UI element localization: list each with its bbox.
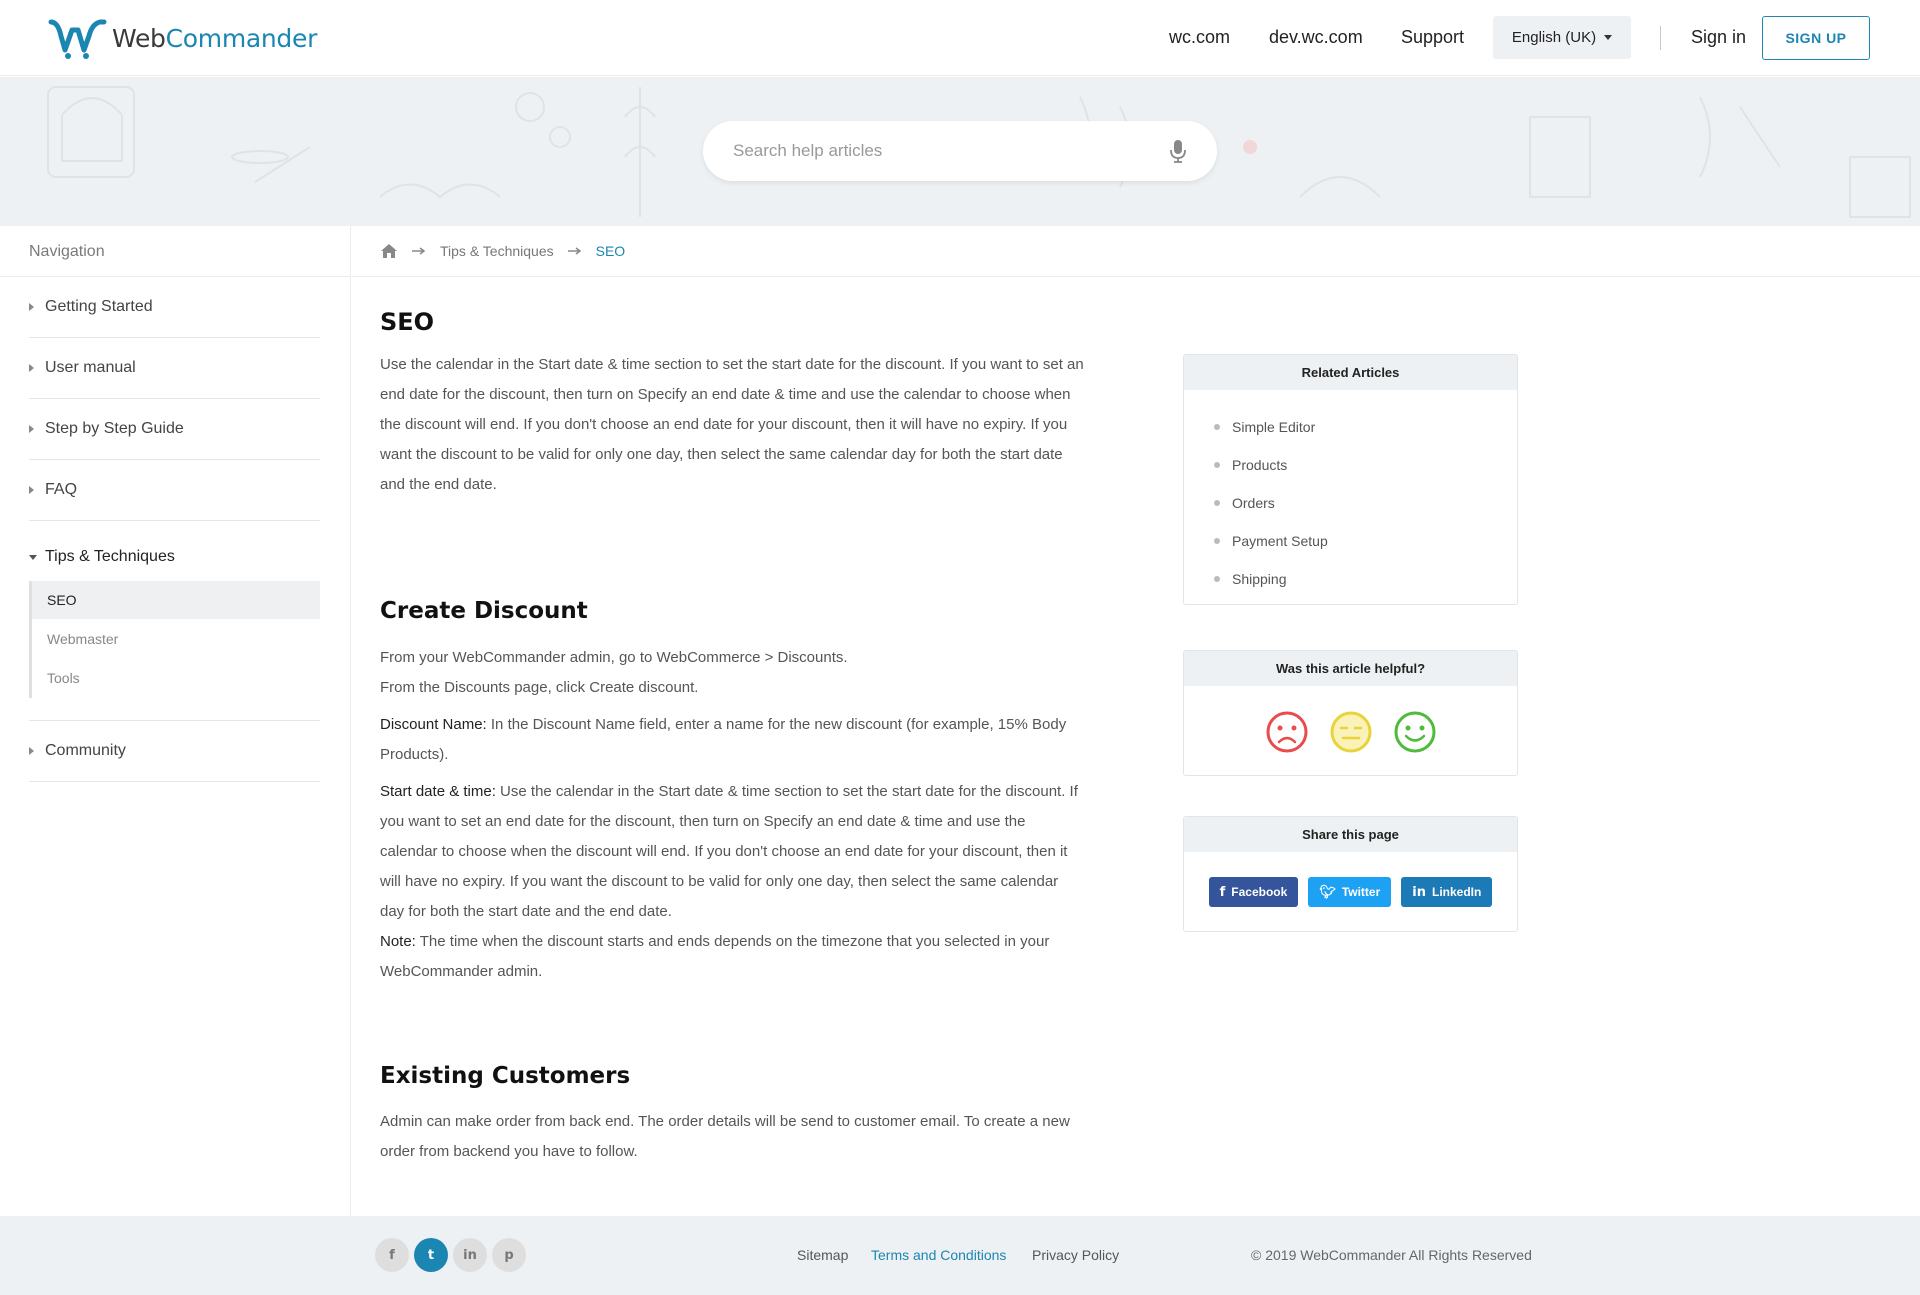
page-title: SEO [380,308,435,336]
breadcrumb-section[interactable]: Tips & Techniques [440,243,554,259]
related-article-link[interactable]: Orders [1214,484,1517,522]
bullet-icon [1214,538,1220,544]
field-text: Use the calendar in the Start date & tim… [380,783,1078,920]
search-input[interactable] [733,141,1169,161]
twitter-icon[interactable]: t [414,1238,448,1272]
breadcrumb-current: SEO [595,243,626,259]
footer-link-terms[interactable]: Terms and Conditions [871,1247,1006,1263]
logo-icon [48,19,107,59]
language-select[interactable]: English (UK) [1493,16,1631,59]
sidebar-subitem-seo[interactable]: SEO [32,581,320,619]
helpful-widget: Was this article helpful? [1183,650,1518,776]
sidebar-item-tips-techniques[interactable]: Tips & Techniques [29,542,320,572]
article-intro: SEO Use the calendar in the Start date &… [380,308,1085,500]
related-article-link[interactable]: Simple Editor [1214,408,1517,446]
nav-link-wc[interactable]: wc.com [1169,27,1230,48]
sidebar-subitem-tools[interactable]: Tools [32,659,320,697]
arrow-right-icon [567,247,581,255]
footer-link-privacy[interactable]: Privacy Policy [1032,1247,1119,1263]
bullet-icon [1214,424,1220,430]
twitter-icon: 🐦︎ [1319,884,1336,900]
widget-title: Share this page [1184,817,1517,852]
sidebar-item-label: Step by Step Guide [45,420,184,437]
related-article-link[interactable]: Products [1214,446,1517,484]
copyright-text: © 2019 WebCommander All Rights Reserved [1251,1247,1532,1263]
header-divider [1660,26,1661,50]
sign-up-button[interactable]: SIGN UP [1762,16,1870,60]
sad-face-icon[interactable] [1266,711,1308,753]
field-text: The time when the discount starts and en… [380,933,1050,980]
field-label: Note: [380,933,416,950]
related-articles-widget: Related Articles Simple Editor Products … [1183,354,1518,605]
sidebar-item-label: User manual [45,359,136,376]
site-header: WebCommander wc.com dev.wc.com Support E… [0,0,1920,76]
microphone-icon[interactable] [1169,139,1187,163]
sidebar-item-getting-started[interactable]: Getting Started [29,277,320,338]
bullet-icon [1214,500,1220,506]
share-linkedin-button[interactable]: in LinkedIn [1401,877,1493,907]
neutral-face-icon[interactable] [1330,711,1372,753]
logo[interactable]: WebCommander [48,16,317,60]
share-twitter-button[interactable]: 🐦︎ Twitter [1308,877,1392,907]
bullet-icon [1214,462,1220,468]
sidebar-heading: Navigation [0,226,350,277]
caret-right-icon [29,486,34,494]
section-title-existing-customers: Existing Customers [380,1063,631,1089]
facebook-icon: f [1219,884,1226,900]
nav-link-dev-wc[interactable]: dev.wc.com [1269,27,1363,48]
sidebar-item-user-manual[interactable]: User manual [29,338,320,399]
sidebar-item-label: Getting Started [45,298,153,315]
arrow-right-icon [412,247,426,255]
hero-banner [0,77,1920,226]
language-label: English (UK) [1511,29,1597,46]
facebook-icon[interactable]: f [375,1238,409,1272]
sidebar-item-community[interactable]: Community [29,721,320,782]
caret-right-icon [29,303,34,311]
widget-title: Related Articles [1184,355,1517,390]
logo-text: WebCommander [112,23,318,53]
sidebar-navigation: Navigation Getting Started User manual S… [0,226,351,1216]
field-label: Start date & time: [380,783,496,800]
start-date-paragraph: Start date & time: Use the calendar in t… [380,777,1085,927]
article-paragraph: Use the calendar in the Start date & tim… [380,356,1084,493]
widget-title: Was this article helpful? [1184,651,1517,686]
related-article-link[interactable]: Shipping [1214,560,1517,598]
search-bar [703,121,1217,181]
home-icon[interactable] [380,243,398,259]
site-footer: f t in p Sitemap Terms and Conditions Pr… [0,1216,1920,1295]
note-paragraph: Note: The time when the discount starts … [380,927,1085,987]
happy-face-icon[interactable] [1394,711,1436,753]
share-facebook-button[interactable]: f Facebook [1208,877,1299,907]
pinterest-icon[interactable]: p [492,1238,526,1272]
discount-name-paragraph: Discount Name: In the Discount Name fiel… [380,710,1085,770]
caret-down-icon [29,554,37,560]
sidebar-item-faq[interactable]: FAQ [29,460,320,521]
section-title-create-discount: Create Discount [380,598,588,624]
sign-in-link[interactable]: Sign in [1691,27,1746,48]
caret-right-icon [29,364,34,372]
existing-customers-body: Admin can make order from back end. The … [380,1113,1070,1160]
sidebar-subitem-webmaster[interactable]: Webmaster [32,620,320,658]
related-article-link[interactable]: Payment Setup [1214,522,1517,560]
field-label: Discount Name: [380,716,487,733]
caret-right-icon [29,747,34,755]
breadcrumb: Tips & Techniques SEO [352,226,1920,277]
nav-link-support[interactable]: Support [1401,27,1464,48]
share-widget: Share this page f Facebook 🐦︎ Twitter in Li… [1183,816,1518,932]
linkedin-icon[interactable]: in [453,1238,487,1272]
caret-right-icon [29,425,34,433]
sidebar-item-step-by-step[interactable]: Step by Step Guide [29,399,320,460]
bullet-icon [1214,576,1220,582]
sidebar-item-label: Community [45,742,126,759]
caret-down-icon [1604,35,1613,40]
sidebar-submenu: SEO Webmaster Tools [29,581,320,698]
create-discount-body: From your WebCommander admin, go to WebC… [380,643,1085,987]
linkedin-icon: in [1412,884,1426,900]
sidebar-item-label: Tips & Techniques [45,548,175,565]
sidebar-item-label: FAQ [45,481,78,498]
footer-link-sitemap[interactable]: Sitemap [797,1247,848,1263]
article-line: From the Discounts page, click Create di… [380,679,699,696]
article-line: From your WebCommander admin, go to WebC… [380,649,848,666]
